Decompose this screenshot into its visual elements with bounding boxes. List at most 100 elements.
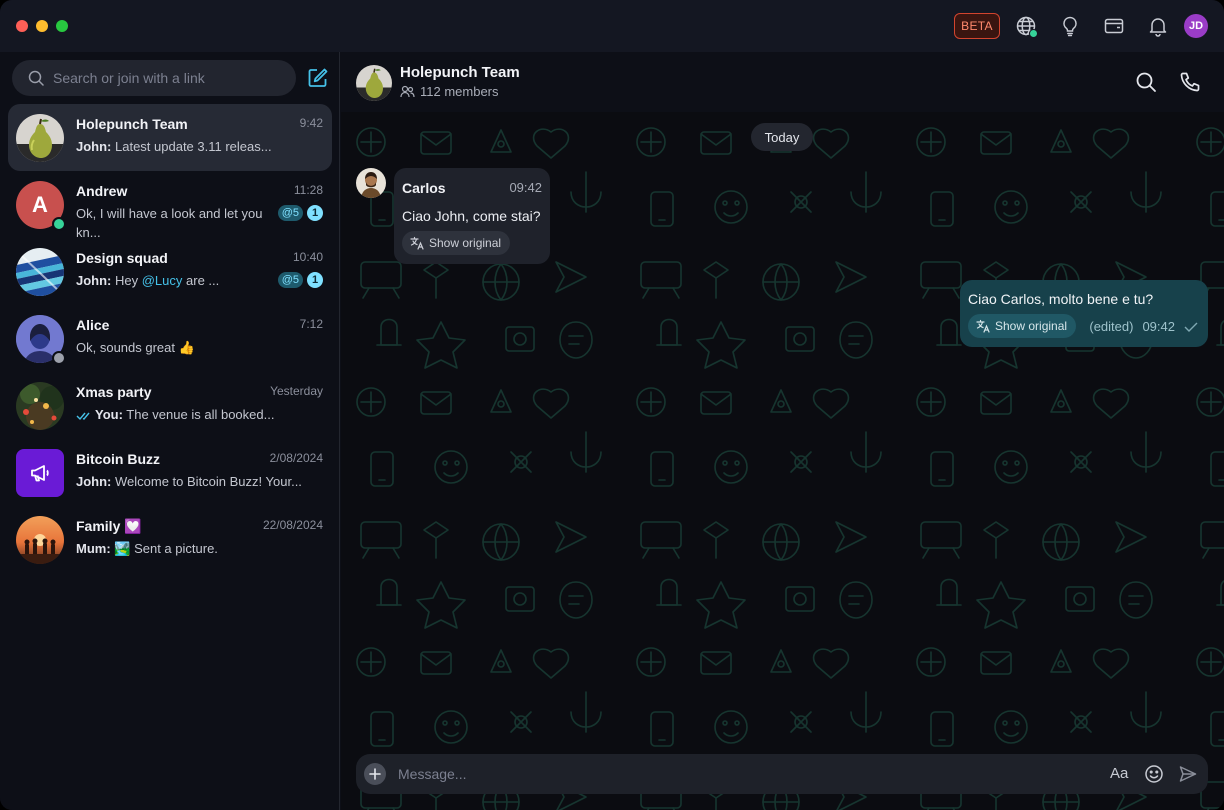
- message-text: Ciao Carlos, molto bene e tu?: [968, 291, 1154, 307]
- chat-item-andrew[interactable]: A Andrew 11:28 Ok, I will have a look an…: [8, 171, 332, 240]
- message-time: 09:42: [1142, 319, 1175, 334]
- preview-sender: You:: [95, 407, 123, 422]
- edited-label: (edited): [1089, 319, 1134, 334]
- chat-time: 11:28: [293, 183, 323, 197]
- avatar: [16, 248, 64, 296]
- heart-emoji: 💟: [124, 518, 142, 534]
- chat-item-xmas-party[interactable]: Xmas party Yesterday You: The venue is a…: [8, 372, 332, 439]
- compose-icon[interactable]: [306, 66, 330, 90]
- search-bar[interactable]: [12, 60, 296, 96]
- avatar: [16, 114, 64, 162]
- chat-preview: You: The venue is all booked...: [76, 405, 286, 424]
- chat-header: Holepunch Team 112 members: [341, 52, 1224, 112]
- preview-sender: John:: [76, 139, 112, 154]
- minimize-window-button[interactable]: [36, 20, 48, 32]
- chat-name: Alice: [76, 317, 110, 333]
- unread-badge: 1: [307, 205, 323, 221]
- preview-sender: Mum:: [76, 541, 111, 556]
- chat-name: Andrew: [76, 183, 128, 199]
- chat-item-holepunch-team[interactable]: Holepunch Team 9:42 John: Latest update …: [8, 104, 332, 171]
- close-window-button[interactable]: [16, 20, 28, 32]
- message-input[interactable]: [398, 764, 1098, 784]
- date-divider: Today: [751, 123, 813, 151]
- read-receipt-icon: [76, 412, 90, 420]
- mention-badge: @5: [277, 272, 303, 288]
- avatar: [16, 382, 64, 430]
- chat-name-text: Family: [76, 518, 121, 534]
- bell-icon[interactable]: [1146, 14, 1170, 38]
- badges: @5 1: [277, 272, 323, 288]
- plus-icon: [369, 768, 381, 780]
- translate-icon: [976, 319, 990, 333]
- preview-text: Latest update 3.11 releas...: [111, 139, 272, 154]
- message-composer: Aa: [356, 754, 1208, 794]
- chat-time: 22/08/2024: [262, 518, 323, 532]
- message-meta: (edited) 09:42: [1089, 319, 1198, 334]
- attach-plus-button[interactable]: [364, 763, 386, 785]
- chat-preview: John: Hey @Lucy are ...: [76, 271, 276, 290]
- unread-badge: 1: [307, 272, 323, 288]
- outgoing-message[interactable]: Ciao Carlos, molto bene e tu? Show origi…: [960, 280, 1208, 347]
- user-avatar[interactable]: JD: [1184, 14, 1208, 38]
- mention-count: 5: [292, 207, 299, 219]
- maximize-window-button[interactable]: [56, 20, 68, 32]
- group-avatar[interactable]: [356, 65, 392, 101]
- preview-text: are ...: [182, 273, 220, 288]
- sent-check-icon: [1184, 322, 1198, 332]
- chat-name: Bitcoin Buzz: [76, 451, 160, 467]
- preview-text: Hey: [111, 273, 142, 288]
- search-icon: [28, 70, 44, 86]
- mention-badge: @5: [277, 205, 303, 221]
- preview-text: Welcome to Bitcoin Buzz! Your...: [111, 474, 302, 489]
- translate-icon: [410, 236, 424, 250]
- message-sender: Carlos: [402, 180, 446, 196]
- chat-item-family[interactable]: Family 💟 22/08/2024 Mum: 🏞️ Sent a pictu…: [8, 506, 332, 573]
- chat-name: Design squad: [76, 250, 168, 266]
- show-original-label: Show original: [429, 236, 502, 250]
- mention-count: 5: [292, 274, 299, 286]
- text-format-button[interactable]: Aa: [1110, 765, 1128, 782]
- chat-time: 7:12: [299, 317, 323, 331]
- chat-time: 10:40: [292, 250, 323, 264]
- search-icon[interactable]: [1134, 70, 1158, 94]
- emoji-icon[interactable]: [1144, 764, 1164, 784]
- phone-icon[interactable]: [1178, 70, 1202, 94]
- badges: @5 1: [277, 205, 323, 221]
- avatar-initial: A: [32, 192, 48, 217]
- chat-preview: Mum: 🏞️ Sent a picture.: [76, 539, 276, 558]
- members-label: 112 members: [420, 84, 499, 99]
- incoming-message[interactable]: Carlos 09:42 Ciao John, come stai? Show …: [394, 168, 550, 264]
- chat-preview: Ok, I will have a look and let you kn...: [76, 206, 263, 240]
- chat-item-alice[interactable]: Alice 7:12 Ok, sounds great 👍: [8, 305, 332, 372]
- avatar: [16, 516, 64, 564]
- sender-avatar[interactable]: [356, 168, 386, 198]
- preview-sender: John:: [76, 273, 112, 288]
- chat-list: Holepunch Team 9:42 John: Latest update …: [8, 104, 332, 573]
- wallet-icon[interactable]: [1102, 14, 1126, 38]
- beta-badge[interactable]: BETA: [954, 13, 1000, 39]
- chat-name: Family 💟: [76, 518, 142, 535]
- chat-item-bitcoin-buzz[interactable]: Bitcoin Buzz 2/08/2024 John: Welcome to …: [8, 439, 332, 506]
- chat-preview: John: Welcome to Bitcoin Buzz! Your...: [76, 472, 302, 491]
- message-time: 09:42: [509, 180, 542, 195]
- member-count: 112 members: [400, 84, 499, 99]
- show-original-button[interactable]: Show original: [402, 231, 511, 255]
- megaphone-icon: [16, 449, 64, 497]
- lightbulb-icon[interactable]: [1058, 14, 1082, 38]
- online-status-dot: [52, 217, 66, 231]
- message-text: Ciao John, come stai?: [402, 208, 541, 224]
- chat-preview: Ok, sounds great 👍: [76, 340, 195, 355]
- preview-sender: John:: [76, 474, 112, 489]
- chat-time: Yesterday: [270, 384, 323, 398]
- send-icon[interactable]: [1178, 764, 1198, 784]
- mention-link[interactable]: @Lucy: [142, 273, 183, 288]
- chat-panel: Holepunch Team 112 members Today Carlos …: [341, 52, 1224, 810]
- chat-time: 2/08/2024: [269, 451, 323, 465]
- chat-name: Xmas party: [76, 384, 152, 400]
- chat-item-design-squad[interactable]: Design squad 10:40 John: Hey @Lucy are .…: [8, 238, 332, 305]
- conversation-title[interactable]: Holepunch Team: [400, 64, 520, 81]
- online-status-dot: [1029, 29, 1038, 38]
- search-input[interactable]: [53, 70, 283, 86]
- show-original-button[interactable]: Show original: [968, 314, 1077, 338]
- app-window: BETA JD Hole: [0, 0, 1224, 810]
